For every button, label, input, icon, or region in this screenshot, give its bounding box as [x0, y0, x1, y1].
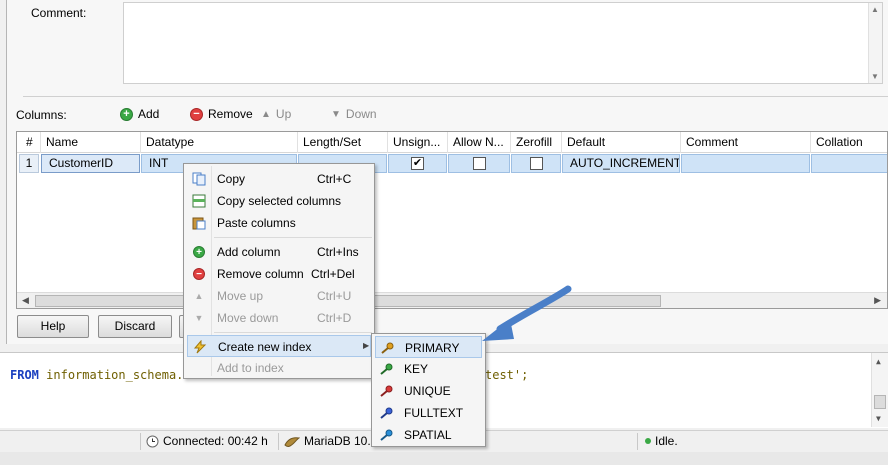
- columns-grid[interactable]: # Name Datatype Length/Set Unsign... All…: [16, 131, 888, 309]
- header-allow-null[interactable]: Allow N...: [448, 132, 511, 153]
- key-gold-icon: [380, 342, 394, 357]
- up-arrow-icon: ▲: [261, 108, 271, 120]
- scroll-up-icon[interactable]: ▲: [876, 357, 881, 366]
- header-collation[interactable]: Collation: [811, 132, 887, 153]
- header-default[interactable]: Default: [562, 132, 681, 153]
- key-red-icon: [379, 385, 393, 400]
- index-type-submenu: PRIMARY KEY UNIQUE FULLTEXT SPATIAL: [371, 333, 486, 447]
- header-datatype[interactable]: Datatype: [141, 132, 298, 153]
- menu-item-add-column[interactable]: + Add column Ctrl+Ins: [187, 241, 371, 263]
- move-down-button[interactable]: ▼ Down: [331, 107, 377, 121]
- remove-icon: −: [191, 267, 207, 281]
- grid-horizontal-scrollbar[interactable]: ◀ ▶: [17, 292, 887, 308]
- header-comment[interactable]: Comment: [681, 132, 811, 153]
- add-column-button[interactable]: + Add: [120, 107, 159, 121]
- submenu-item-unique[interactable]: UNIQUE: [375, 380, 482, 402]
- zerofill-checkbox[interactable]: [530, 157, 543, 170]
- clock-icon: [146, 435, 159, 447]
- move-up-button[interactable]: ▲ Up: [261, 107, 291, 121]
- window-bottom-edge: [0, 452, 888, 465]
- menu-item-remove-column[interactable]: − Remove column Ctrl+Del: [187, 263, 371, 285]
- down-arrow-icon: ▼: [194, 313, 204, 323]
- cell-zerofill[interactable]: [511, 154, 561, 173]
- status-connected: Connected: 00:42 h: [146, 434, 268, 448]
- key-green-icon: [379, 363, 393, 378]
- header-length[interactable]: Length/Set: [298, 132, 388, 153]
- mariadb-seal-icon: [284, 436, 300, 447]
- query-scrollbar[interactable]: ▲ ▼: [871, 353, 888, 427]
- lightning-icon: [192, 340, 208, 354]
- comment-textarea[interactable]: ▲ ▼: [123, 2, 883, 84]
- submenu-arrow-icon: ▶: [363, 341, 370, 350]
- cell-allow-null[interactable]: [448, 154, 510, 173]
- submenu-item-primary[interactable]: PRIMARY: [375, 336, 482, 358]
- submenu-item-key[interactable]: KEY: [375, 358, 482, 380]
- copy-icon: [191, 172, 207, 186]
- divider: [23, 96, 888, 97]
- remove-label: Remove: [208, 107, 253, 121]
- scroll-left-icon[interactable]: ◀: [22, 295, 29, 306]
- down-arrow-icon: ▼: [331, 108, 341, 120]
- help-button[interactable]: Help: [17, 315, 89, 338]
- query-line: FROM information_schema.`: [10, 368, 191, 382]
- up-arrow-icon: ▲: [194, 291, 204, 301]
- grid-header: # Name Datatype Length/Set Unsign... All…: [17, 132, 887, 153]
- menu-item-move-up[interactable]: ▲ Move up Ctrl+U: [187, 285, 371, 307]
- paste-icon: [191, 216, 207, 230]
- key-lightblue-icon: [379, 429, 393, 444]
- discard-button[interactable]: Discard: [98, 315, 172, 338]
- cell-name[interactable]: CustomerID: [41, 154, 140, 173]
- submenu-item-spatial[interactable]: SPATIAL: [375, 424, 482, 446]
- remove-icon: −: [190, 107, 203, 121]
- cell-collation[interactable]: [811, 154, 887, 173]
- up-label: Up: [275, 107, 292, 121]
- add-icon: +: [120, 107, 133, 121]
- query-keyword: FROM: [10, 368, 39, 382]
- scroll-down-icon[interactable]: ▼: [876, 414, 881, 423]
- scroll-right-icon[interactable]: ▶: [874, 295, 881, 306]
- copy-columns-icon: [191, 194, 207, 208]
- menu-item-paste-columns[interactable]: Paste columns: [187, 212, 371, 234]
- menu-item-add-to-index[interactable]: Add to index: [187, 357, 371, 379]
- cell-unsigned[interactable]: ✔: [388, 154, 447, 173]
- header-name[interactable]: Name: [41, 132, 141, 153]
- comment-label: Comment:: [31, 6, 87, 20]
- context-menu: Copy Ctrl+C Copy selected columns Paste …: [183, 163, 375, 379]
- cell-default[interactable]: AUTO_INCREMENT: [562, 154, 680, 173]
- idle-indicator-icon: [645, 438, 651, 444]
- scroll-up-icon[interactable]: ▲: [871, 5, 879, 14]
- query-identifier: information_schema.`: [46, 368, 191, 382]
- query-tail: test';: [485, 368, 529, 382]
- menu-item-copy[interactable]: Copy Ctrl+C: [187, 168, 371, 190]
- status-idle: Idle.: [645, 434, 678, 448]
- unsigned-checkbox[interactable]: ✔: [411, 157, 424, 170]
- header-num[interactable]: #: [17, 132, 41, 153]
- add-label: Add: [138, 107, 160, 121]
- allow-null-checkbox[interactable]: [473, 157, 486, 170]
- header-unsigned[interactable]: Unsign...: [388, 132, 448, 153]
- menu-item-create-new-index[interactable]: Create new index ▶: [187, 335, 371, 357]
- scroll-thumb[interactable]: [874, 395, 886, 409]
- scroll-down-icon[interactable]: ▼: [871, 72, 879, 81]
- menu-item-copy-selected-columns[interactable]: Copy selected columns: [187, 190, 371, 212]
- columns-label: Columns:: [16, 108, 67, 122]
- annotation-arrow-icon: [482, 285, 572, 341]
- table-row[interactable]: 1 CustomerID INT ✔ AUTO_INCREMENT: [17, 154, 887, 173]
- status-server: MariaDB 10.1: [284, 434, 377, 448]
- key-blue-icon: [379, 407, 393, 422]
- submenu-item-fulltext[interactable]: FULLTEXT: [375, 402, 482, 424]
- row-number: 1: [19, 154, 39, 173]
- down-label: Down: [345, 107, 377, 121]
- remove-column-button[interactable]: − Remove: [190, 107, 253, 121]
- menu-item-move-down[interactable]: ▼ Move down Ctrl+D: [187, 307, 371, 329]
- cell-comment[interactable]: [681, 154, 810, 173]
- comment-scrollbar[interactable]: ▲ ▼: [868, 3, 882, 83]
- add-icon: +: [191, 245, 207, 259]
- header-zerofill[interactable]: Zerofill: [511, 132, 562, 153]
